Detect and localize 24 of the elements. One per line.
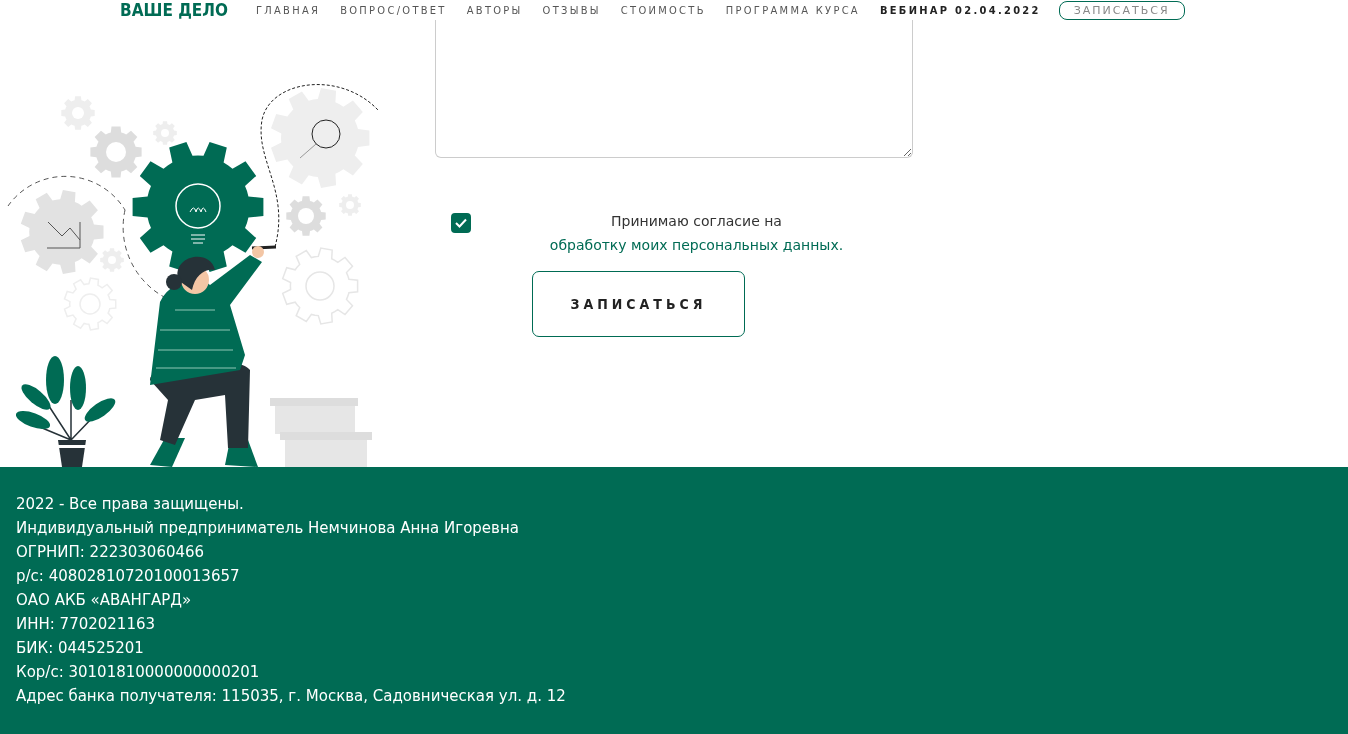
footer-text: 2022 - Все права защищены.: [16, 494, 245, 515]
privacy-link[interactable]: обработку моих персональных данных.: [549, 237, 844, 253]
nav-link[interactable]: ГЛАВНАЯ: [255, 3, 321, 17]
nav-link[interactable]: ПРОГРАММА КУРСА: [725, 3, 860, 17]
consent-checkbox[interactable]: [451, 213, 471, 233]
footer-text: ОАО АКБ «АВАНГАРД»: [16, 590, 193, 611]
signup-button[interactable]: ЗАПИСАТЬСЯ: [1058, 0, 1185, 20]
nav-link[interactable]: АВТОРЫ: [466, 3, 523, 17]
checkmark-icon: [455, 218, 467, 228]
submit-button[interactable]: ЗАПИСАТЬСЯ: [532, 271, 745, 337]
consent-text: Принимаю согласие на обработку моих персональных данных.: [548, 212, 845, 255]
nav-link[interactable]: ВЕБИНАР 02.04.2022: [879, 3, 1041, 17]
footer-text: ОГРНИП: 222303060466: [16, 542, 206, 563]
footer-text: Кор/с: 30101810000000000201: [16, 662, 261, 683]
footer-text: Адрес банка получателя: 115035, г. Москва, Садовническая ул. д. 12: [16, 686, 567, 707]
message-field[interactable]: [435, 20, 913, 158]
footer-text: Индивидуальный предприниматель Немчинова Анна Игоревна: [16, 518, 520, 539]
nav-link[interactable]: ОТЗЫВЫ: [542, 3, 601, 17]
footer-text: ИНН: 7702021163: [16, 614, 157, 635]
footer-text: БИК: 044525201: [16, 638, 145, 659]
nav-link[interactable]: ВОПРОС/ОТВЕТ: [340, 3, 447, 17]
footer-text: р/с: 40802810720100013657: [16, 566, 241, 587]
logo: ВАШЕ ДЕЛО: [120, 0, 228, 20]
nav-link[interactable]: СТОИМОСТЬ: [620, 3, 706, 17]
